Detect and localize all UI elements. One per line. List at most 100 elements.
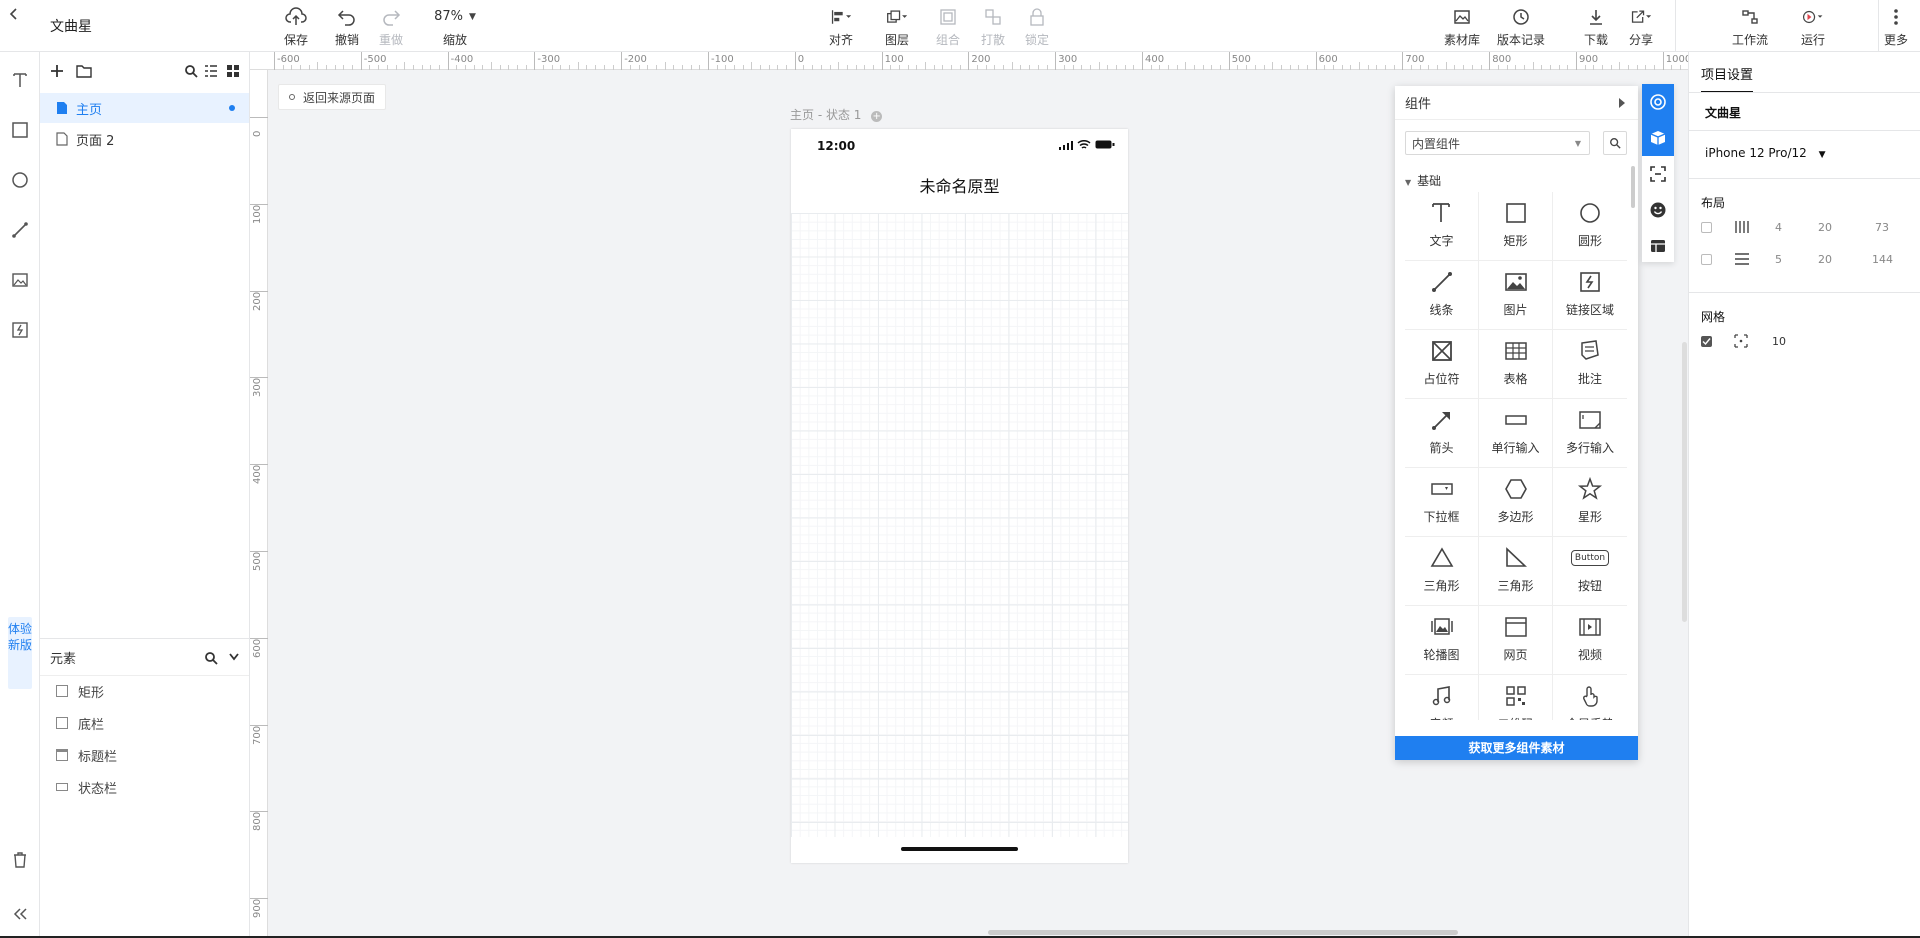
grid-size[interactable]: 10 bbox=[1772, 335, 1786, 348]
ruler-minor-tick bbox=[1419, 65, 1421, 70]
category-header[interactable]: ▼ 基础 bbox=[1405, 172, 1441, 189]
component-link-area[interactable]: 链接区域 bbox=[1553, 261, 1627, 330]
ruler-minor-tick bbox=[1541, 65, 1543, 70]
row-height[interactable]: 144 bbox=[1872, 253, 1893, 266]
lock-button[interactable]: 锁定 bbox=[1010, 4, 1064, 48]
scan-tab[interactable] bbox=[1642, 156, 1674, 192]
row-gutter[interactable]: 20 bbox=[1818, 253, 1832, 266]
state-label[interactable]: 主页 - 状态 1 + bbox=[790, 106, 883, 123]
device-select[interactable]: iPhone 12 Pro/12 ▼ bbox=[1705, 146, 1826, 160]
add-state-icon[interactable]: + bbox=[871, 111, 883, 122]
component-circle[interactable]: 圆形 bbox=[1553, 192, 1627, 261]
component-video[interactable]: 视频 bbox=[1553, 606, 1627, 675]
component-webpage[interactable]: 网页 bbox=[1479, 606, 1553, 675]
component-panel-header[interactable]: 组件 bbox=[1395, 86, 1638, 120]
ruler-label: 0 bbox=[252, 130, 263, 137]
row-count[interactable]: 5 bbox=[1775, 253, 1782, 266]
component-table[interactable]: 表格 bbox=[1479, 330, 1553, 399]
phone-artboard[interactable]: 12:00 未命名原型 bbox=[791, 129, 1128, 863]
image-tool-icon[interactable] bbox=[8, 268, 32, 292]
component-polygon[interactable]: 多边形 bbox=[1479, 468, 1553, 537]
back-to-source-button[interactable]: 返回来源页面 bbox=[278, 84, 387, 110]
app-title: 文曲星 bbox=[50, 19, 92, 35]
run-button[interactable]: 运行 bbox=[1786, 4, 1840, 48]
component-text[interactable]: 文字 bbox=[1405, 192, 1479, 261]
component-audio[interactable]: 音频 bbox=[1405, 675, 1479, 720]
library-select[interactable]: 内置组件 ▼ bbox=[1405, 131, 1590, 155]
column-width[interactable]: 73 bbox=[1875, 221, 1889, 234]
column-count[interactable]: 4 bbox=[1775, 221, 1782, 234]
trash-icon[interactable] bbox=[8, 848, 32, 872]
chevron-down-icon[interactable] bbox=[228, 652, 240, 662]
element-item[interactable]: 底栏 bbox=[40, 708, 249, 738]
try-new-version-button[interactable]: 体验新版 bbox=[8, 617, 32, 689]
layer-button[interactable]: 图层 bbox=[870, 4, 924, 48]
component-line[interactable]: 线条 bbox=[1405, 261, 1479, 330]
ruler-minor-tick bbox=[942, 65, 944, 70]
list-view-icon[interactable] bbox=[204, 64, 218, 78]
page-item[interactable]: 页面 2 bbox=[40, 124, 249, 154]
component-note[interactable]: 批注 bbox=[1553, 330, 1627, 399]
component-star[interactable]: 星形 bbox=[1553, 468, 1627, 537]
component-button[interactable]: Button 按钮 bbox=[1553, 537, 1627, 606]
emoji-tab[interactable] bbox=[1642, 192, 1674, 228]
share-button[interactable]: 分享 bbox=[1614, 4, 1668, 48]
component-image[interactable]: 图片 bbox=[1479, 261, 1553, 330]
row-layout-checkbox[interactable] bbox=[1701, 254, 1712, 265]
add-folder-icon[interactable] bbox=[76, 64, 92, 78]
line-tool-icon[interactable] bbox=[8, 218, 32, 242]
ruler-label: -500 bbox=[363, 54, 387, 65]
element-item[interactable]: 状态栏 bbox=[40, 772, 249, 802]
text-icon bbox=[1429, 200, 1455, 226]
grid-view-icon[interactable] bbox=[226, 64, 240, 78]
tab-project-settings[interactable]: 项目设置 bbox=[1701, 64, 1754, 93]
component-right-triangle[interactable]: 三角形 bbox=[1479, 537, 1553, 606]
component-textarea[interactable]: 多行输入 bbox=[1553, 399, 1627, 468]
save-button[interactable]: 保存 bbox=[269, 4, 323, 48]
zoom-control[interactable]: 87% ▼ 缩放 bbox=[427, 4, 483, 48]
component-placeholder[interactable]: 占位符 bbox=[1405, 330, 1479, 399]
assets-tab[interactable] bbox=[1642, 120, 1674, 156]
vertical-scrollbar[interactable] bbox=[1682, 342, 1687, 622]
grid-title: 网格 bbox=[1701, 310, 1726, 324]
column-layout-checkbox[interactable] bbox=[1701, 222, 1712, 233]
ruler-minor-tick bbox=[1081, 65, 1083, 70]
grid-checkbox[interactable] bbox=[1701, 336, 1712, 347]
collapse-icon[interactable] bbox=[8, 902, 32, 926]
component-select[interactable]: 下拉框 bbox=[1405, 468, 1479, 537]
component-carousel[interactable]: 轮播图 bbox=[1405, 606, 1479, 675]
link-area-tool-icon[interactable] bbox=[8, 318, 32, 342]
element-item[interactable]: 标题栏 bbox=[40, 740, 249, 770]
align-button[interactable]: 对齐 bbox=[814, 4, 868, 48]
rect-tool-icon[interactable] bbox=[8, 118, 32, 142]
component-input[interactable]: 单行输入 bbox=[1479, 399, 1553, 468]
template-tab[interactable] bbox=[1642, 228, 1674, 264]
redo-button[interactable]: 重做 bbox=[364, 4, 418, 48]
search-icon[interactable] bbox=[184, 64, 198, 78]
more-components-button[interactable]: 获取更多组件素材 bbox=[1395, 736, 1638, 760]
search-icon[interactable] bbox=[204, 651, 218, 665]
horizontal-scrollbar[interactable] bbox=[988, 930, 1458, 935]
more-button[interactable]: 更多 bbox=[1871, 4, 1920, 48]
back-button[interactable] bbox=[0, 0, 28, 28]
component-arrow[interactable]: 箭头 bbox=[1405, 399, 1479, 468]
component-rect[interactable]: 矩形 bbox=[1479, 192, 1553, 261]
component-search-button[interactable] bbox=[1603, 131, 1627, 155]
workflow-button[interactable]: 工作流 bbox=[1723, 4, 1777, 48]
page-item[interactable]: 主页 bbox=[40, 93, 249, 123]
assets-button[interactable]: 素材库 bbox=[1435, 4, 1489, 48]
cloud-upload-icon bbox=[285, 6, 307, 27]
components-tab[interactable] bbox=[1642, 84, 1674, 120]
circle-tool-icon[interactable] bbox=[8, 168, 32, 192]
column-gutter[interactable]: 20 bbox=[1818, 221, 1832, 234]
component-gesture[interactable]: 全局手势 bbox=[1553, 675, 1627, 720]
ruler-label: -300 bbox=[537, 54, 561, 65]
history-button[interactable]: 版本记录 bbox=[1494, 4, 1548, 48]
add-page-icon[interactable] bbox=[50, 64, 64, 78]
text-tool-icon[interactable] bbox=[8, 68, 32, 92]
component-triangle[interactable]: 三角形 bbox=[1405, 537, 1479, 606]
component-scrollbar[interactable] bbox=[1631, 166, 1635, 208]
component-qrcode[interactable]: 二维码 bbox=[1479, 675, 1553, 720]
element-item[interactable]: 矩形 bbox=[40, 676, 249, 706]
caret-right-icon[interactable] bbox=[1619, 98, 1625, 108]
